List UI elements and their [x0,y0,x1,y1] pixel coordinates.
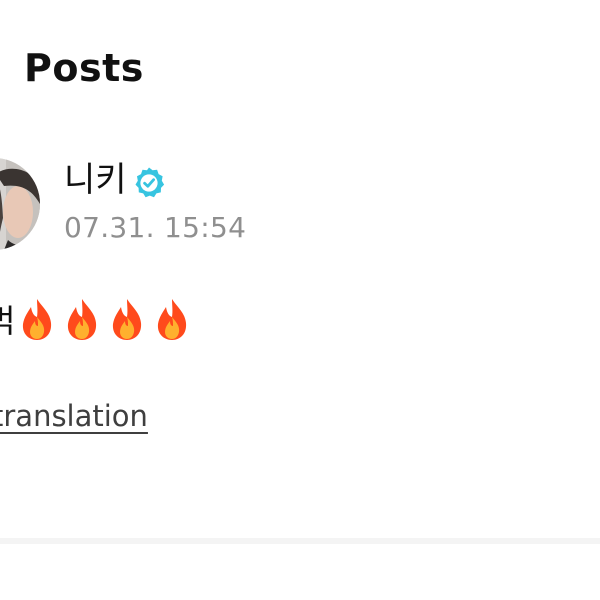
post-text: 벅 [0,302,16,340]
verified-badge-icon [135,167,165,198]
fire-emoji-icon [113,299,142,340]
posts-page: Posts 니키 07.31. 15:54 벅 translation [0,0,600,600]
author-name[interactable]: 니키 [64,160,127,200]
fire-emoji-icon [68,299,97,340]
post-body: 벅 [0,296,197,342]
section-title: Posts [24,46,144,90]
fire-emoji-icon [23,299,52,340]
see-translation-link[interactable]: translation [0,399,148,433]
post-timestamp: 07.31. 15:54 [64,211,247,244]
section-divider [0,538,600,544]
avatar-photo [0,158,40,250]
fire-emoji-icon [158,299,187,340]
avatar[interactable] [0,158,40,250]
